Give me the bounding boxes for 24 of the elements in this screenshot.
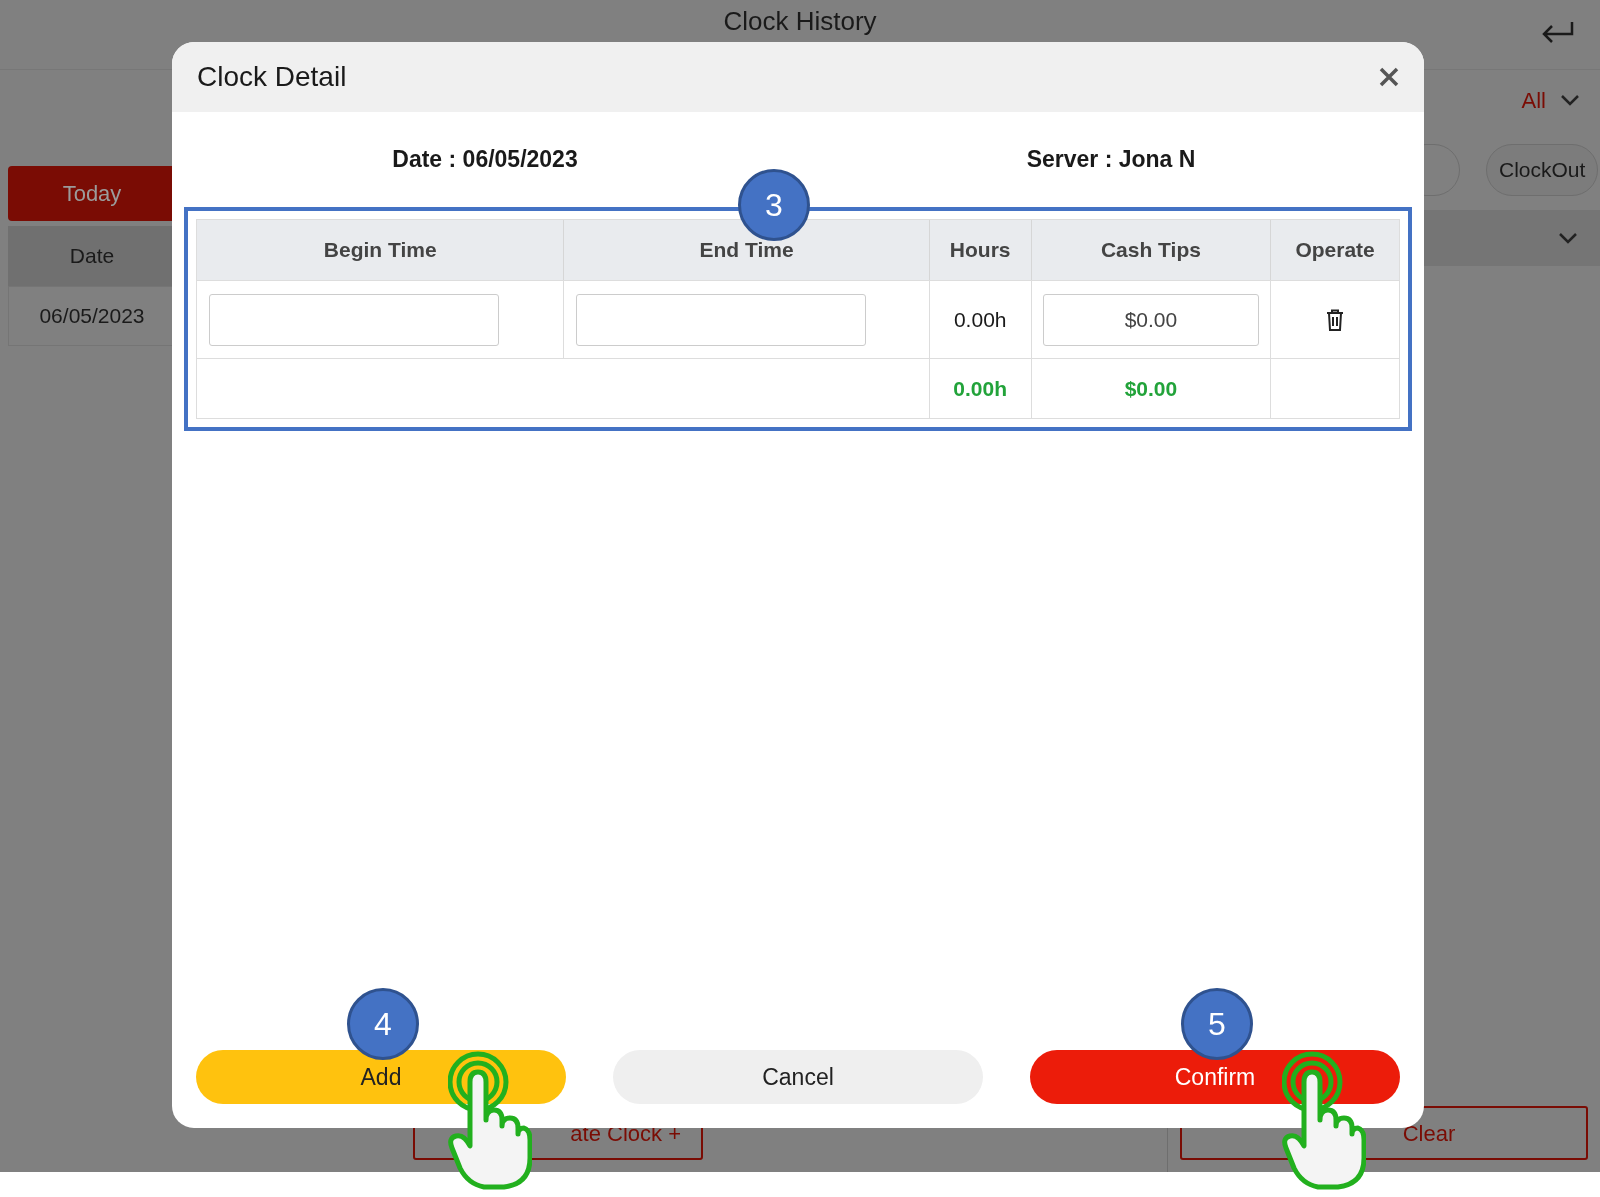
close-icon[interactable] — [1379, 67, 1399, 87]
begin-time-field[interactable] — [209, 293, 499, 346]
step-badge: 3 — [738, 169, 810, 241]
chevron-down-icon[interactable] — [1558, 232, 1578, 244]
date-label: Date : 06/05/2023 — [391, 145, 579, 175]
end-time-field[interactable] — [576, 293, 867, 346]
total-hours: 0.00h — [953, 375, 1008, 402]
server-label: Server : Jona N — [1025, 145, 1197, 175]
column-header: Cash Tips — [1031, 220, 1272, 280]
dialog-title: Clock Detail — [197, 60, 347, 94]
filter-value[interactable]: All — [1521, 83, 1546, 117]
step-badge: 5 — [1181, 988, 1253, 1060]
column-header: Operate — [1294, 237, 1376, 264]
step-badge: 4 — [347, 988, 419, 1060]
clockout-button[interactable]: ClockOut — [1486, 144, 1599, 196]
page-title: Clock History — [723, 6, 877, 36]
hours-value: 0.00h — [953, 306, 1007, 333]
total-cash-tips: $0.00 — [1124, 375, 1178, 402]
chevron-down-icon[interactable] — [1560, 94, 1580, 106]
cancel-button[interactable]: Cancel — [613, 1050, 983, 1104]
column-header: Hours — [929, 220, 1032, 280]
column-header: Begin Time — [197, 220, 565, 280]
cash-tips-field[interactable]: $0.00 — [1042, 293, 1259, 346]
trash-icon[interactable] — [1326, 308, 1345, 331]
